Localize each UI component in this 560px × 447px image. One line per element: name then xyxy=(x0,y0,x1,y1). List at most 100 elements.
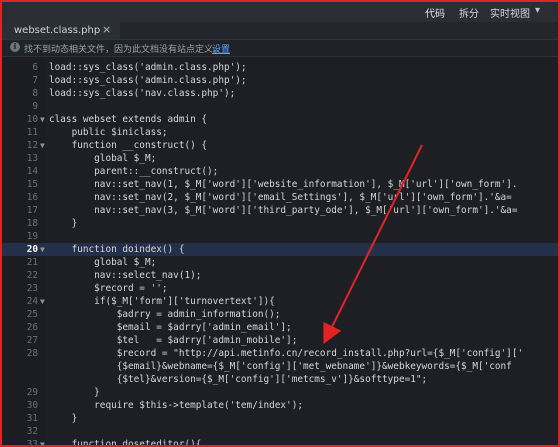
code-line[interactable]: 8 load::sys_class('nav.class.php'); xyxy=(2,87,558,100)
code-text: load::sys_class('admin.class.php'); xyxy=(49,62,247,73)
line-number: 6 xyxy=(32,62,38,73)
code-line[interactable]: 17 nav::set_nav(3, $_M['word']['third_pa… xyxy=(2,204,558,217)
code-text: load::sys_class('nav.class.php'); xyxy=(49,88,236,99)
line-number: 30 xyxy=(26,400,38,411)
live-view-dropdown-icon[interactable]: ▾ xyxy=(535,5,540,16)
fold-toggle-icon[interactable]: ▼ xyxy=(40,139,45,152)
line-number: 31 xyxy=(26,413,38,424)
code-line[interactable]: 16 nav::set_nav(2, $_M['word']['email_Se… xyxy=(2,191,558,204)
fold-toggle-icon[interactable]: ▼ xyxy=(40,438,45,445)
code-line[interactable]: 25 $adrry = admin_information(); xyxy=(2,308,558,321)
code-line[interactable]: 12 ▼ function __construct() { xyxy=(2,139,558,152)
code-line[interactable]: 27 $tel = $adrry['admin_mobile']; xyxy=(2,334,558,347)
line-number: 11 xyxy=(26,127,38,138)
code-line[interactable]: 21 global $_M; xyxy=(2,256,558,269)
line-number: 27 xyxy=(26,335,38,346)
code-text: } xyxy=(49,413,78,424)
code-text: parent::__construct(); xyxy=(49,166,219,177)
view-code-button[interactable]: 代码 xyxy=(419,5,451,25)
code-text: } xyxy=(49,218,78,229)
line-number: 10 xyxy=(26,114,38,125)
info-icon: i xyxy=(10,42,20,52)
code-text: nav::set_nav(2, $_M['word']['email_Setti… xyxy=(49,192,512,203)
line-number: 25 xyxy=(26,309,38,320)
fold-toggle-icon[interactable]: ▼ xyxy=(40,243,45,256)
line-number: 24 xyxy=(26,296,38,307)
code-line[interactable]: 13 global $_M; xyxy=(2,152,558,165)
code-line[interactable]: 19 xyxy=(2,230,558,243)
code-text: nav::select_nav(1); xyxy=(49,270,202,281)
tab-title: webset.class.php xyxy=(14,25,101,36)
settings-link[interactable]: 设置 xyxy=(212,42,230,55)
line-number: 19 xyxy=(26,231,38,242)
line-number: 28 xyxy=(26,348,38,359)
code-text: } xyxy=(49,387,100,398)
code-line[interactable]: 20 ▼ function doindex() { xyxy=(2,243,558,256)
view-live-button[interactable]: 实时视图 xyxy=(490,5,530,20)
code-text: nav::set_nav(1, $_M['word']['website_inf… xyxy=(49,179,518,190)
fold-toggle-icon[interactable]: ▼ xyxy=(40,295,45,308)
app-window: 代码 拆分 实时视图 ▾ webset.class.php × i 找不到动态相… xyxy=(0,0,560,447)
code-text: if($_M['form']['turnovertext']){ xyxy=(49,296,275,307)
fold-toggle-icon[interactable]: ▼ xyxy=(40,113,45,126)
code-line[interactable]: 22 nav::select_nav(1); xyxy=(2,269,558,282)
code-text: nav::set_nav(3, $_M['word']['third_party… xyxy=(49,205,518,216)
code-line[interactable]: 23 $record = ''; xyxy=(2,282,558,295)
code-line[interactable]: 18 } xyxy=(2,217,558,230)
code-text: class webset extends admin { xyxy=(49,114,208,125)
line-number: 7 xyxy=(32,75,38,86)
info-message: 找不到动态相关文件，因为此文档没有站点定义。 xyxy=(24,45,223,55)
code-line[interactable]: 10 ▼ class webset extends admin { xyxy=(2,113,558,126)
close-icon[interactable]: × xyxy=(102,23,111,36)
line-number: 16 xyxy=(26,192,38,203)
code-text: $tel = $adrry['admin_mobile']; xyxy=(49,335,298,346)
line-number: 17 xyxy=(26,205,38,216)
line-number: 13 xyxy=(26,153,38,164)
code-line[interactable]: 31 } xyxy=(2,412,558,425)
line-number: 33 xyxy=(26,439,38,447)
code-text: load::sys_class('admin.class.php'); xyxy=(49,75,247,86)
code-line[interactable]: 11 public $iniclass; xyxy=(2,126,558,139)
code-text: public $iniclass; xyxy=(49,127,168,138)
tab-webset-class[interactable]: webset.class.php × xyxy=(2,22,120,39)
line-number: 8 xyxy=(32,88,38,99)
code-text: {$email}&webname={$_M['config']['met_web… xyxy=(49,361,512,372)
code-text: function doseteditor(){ xyxy=(49,439,202,447)
line-number: 14 xyxy=(26,166,38,177)
code-text: $email = $adrry['admin_email']; xyxy=(49,322,292,333)
code-line[interactable]: 15 nav::set_nav(1, $_M['word']['website_… xyxy=(2,178,558,191)
code-text: $adrry = admin_information(); xyxy=(49,309,281,320)
code-line[interactable]: 30 require $this->template('tem/index'); xyxy=(2,399,558,412)
line-number: 26 xyxy=(26,322,38,333)
line-number: 12 xyxy=(26,140,38,151)
code-line[interactable]: 29 } xyxy=(2,386,558,399)
code-line[interactable]: 33 ▼ function doseteditor(){ xyxy=(2,438,558,447)
line-number: 18 xyxy=(26,218,38,229)
line-number: 23 xyxy=(26,283,38,294)
code-text: {$tel}&version={$_M['config']['metcms_v'… xyxy=(49,374,428,385)
code-text: function doindex() { xyxy=(49,244,185,255)
line-number: 21 xyxy=(26,257,38,268)
line-number: 29 xyxy=(26,387,38,398)
code-line[interactable]: 26 $email = $adrry['admin_email']; xyxy=(2,321,558,334)
code-text: require $this->template('tem/index'); xyxy=(49,400,303,411)
code-line[interactable]: 7 load::sys_class('admin.class.php'); xyxy=(2,74,558,87)
line-number: 32 xyxy=(26,426,38,437)
code-line[interactable]: 24 ▼ if($_M['form']['turnovertext']){ xyxy=(2,295,558,308)
view-split-button[interactable]: 拆分 xyxy=(459,5,479,20)
code-text: $record = ''; xyxy=(49,283,168,294)
code-text: global $_M; xyxy=(49,153,157,164)
code-line[interactable]: 6 load::sys_class('admin.class.php'); xyxy=(2,61,558,74)
code-line[interactable]: 28 $record = "http://api.metinfo.cn/reco… xyxy=(2,347,558,360)
code-editor[interactable]: 6 load::sys_class('admin.class.php'); 7 loa… xyxy=(2,57,558,445)
document-tab-bar: webset.class.php × xyxy=(2,22,558,40)
code-line[interactable]: 14 parent::__construct(); xyxy=(2,165,558,178)
code-line[interactable]: 32 xyxy=(2,425,558,438)
code-line[interactable]: {$email}&webname={$_M['config']['met_web… xyxy=(2,360,558,373)
info-bar: i 找不到动态相关文件，因为此文档没有站点定义。 设置 xyxy=(2,40,558,57)
code-line[interactable]: 9 xyxy=(2,100,558,113)
code-line[interactable]: {$tel}&version={$_M['config']['metcms_v'… xyxy=(2,373,558,386)
line-number: 22 xyxy=(26,270,38,281)
toolbar-accent xyxy=(2,2,558,4)
line-number: 9 xyxy=(32,101,38,112)
